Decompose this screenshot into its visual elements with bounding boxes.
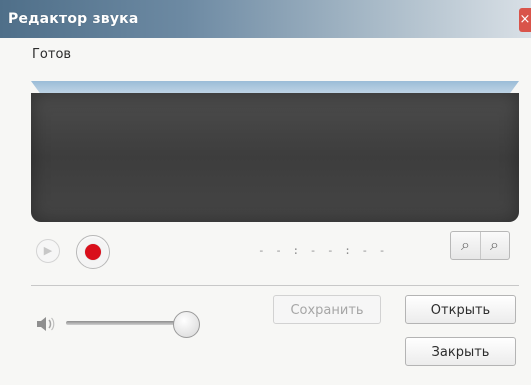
close-button[interactable]: Закрыть [405, 337, 516, 366]
volume-slider-track[interactable] [66, 321, 186, 325]
zoom-controls: ⌕ ⌕ [450, 231, 510, 260]
record-icon [85, 244, 101, 260]
zoom-in-button[interactable]: ⌕ [451, 232, 481, 259]
speaker-icon [37, 317, 55, 331]
play-button[interactable]: ▶ [36, 239, 60, 263]
controls-divider [31, 285, 519, 286]
volume-slider-thumb[interactable] [173, 311, 200, 338]
zoom-out-button[interactable]: ⌕ [480, 232, 509, 259]
status-text: Готов [32, 47, 72, 62]
save-button[interactable]: Сохранить [273, 295, 381, 324]
play-icon: ▶ [43, 244, 53, 257]
zoom-in-icon: ⌕ [461, 235, 470, 254]
sound-editor-window: Редактор звука × Готов ▶ - - : - - : - -… [0, 0, 531, 385]
waveform-area[interactable] [31, 81, 519, 222]
title-bar: Редактор звука × [0, 0, 531, 38]
record-button[interactable] [76, 235, 110, 269]
close-icon: × [519, 12, 531, 27]
waveform-display[interactable] [31, 93, 519, 222]
window-title: Редактор звука [8, 11, 139, 27]
zoom-out-icon: ⌕ [490, 235, 499, 254]
time-display: - - : - - : - - [258, 244, 388, 257]
open-button[interactable]: Открыть [405, 295, 516, 324]
close-window-button[interactable]: × [519, 8, 531, 32]
